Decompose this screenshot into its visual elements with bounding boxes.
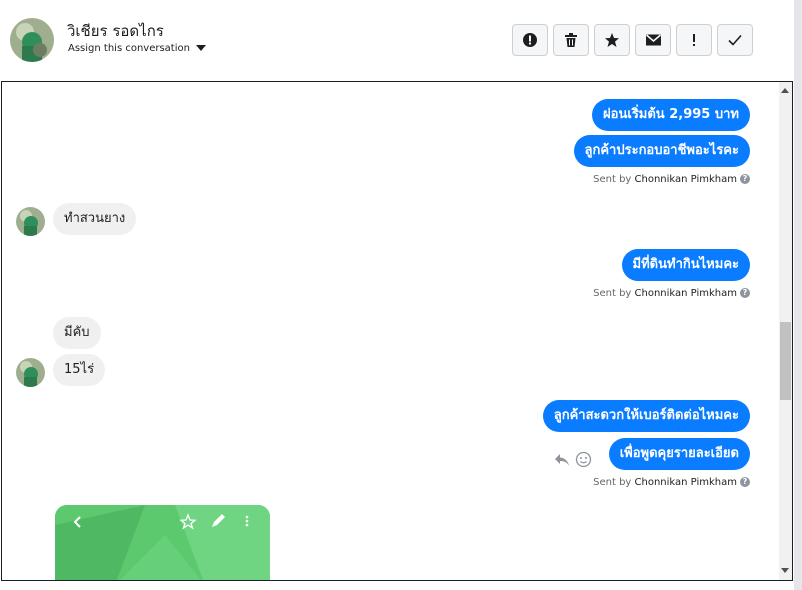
delete-button[interactable] — [553, 24, 589, 56]
contact-avatar-small — [16, 207, 45, 236]
scroll-down-arrow-icon[interactable] — [781, 568, 789, 573]
conversation-header: วิเชียร รอดไกร Assign this conversation — [0, 0, 802, 82]
help-icon[interactable]: ? — [740, 288, 750, 298]
message-thread[interactable]: ผ่อนเริ่มต้น 2,995 บาท ลูกค้าประกอบอาชีพ… — [1, 81, 793, 581]
message-bubble-incoming[interactable]: มีคับ — [53, 317, 101, 349]
envelope-icon — [645, 34, 661, 46]
help-icon[interactable]: ? — [740, 477, 750, 487]
message-bubble-outgoing[interactable]: เพื่อพูดคุยรายละเอียด — [608, 438, 750, 470]
agent-name: Chonnikan Pimkham — [634, 288, 737, 299]
emoji-reaction-icon[interactable] — [575, 451, 592, 472]
agent-name: Chonnikan Pimkham — [634, 477, 737, 488]
message-bubble-outgoing[interactable]: ลูกค้าประกอบอาชีพอะไรคะ — [573, 135, 750, 167]
sent-by-prefix: Sent by — [593, 477, 632, 488]
exclamation-circle-icon — [523, 33, 537, 47]
message-bubble-outgoing[interactable]: มีที่ดินทำกินไหมคะ — [621, 249, 750, 281]
assign-label: Assign this conversation — [68, 43, 190, 54]
follow-up-button[interactable] — [676, 24, 712, 56]
message-bubble-outgoing[interactable]: ผ่อนเริ่มต้น 2,995 บาท — [592, 99, 750, 131]
contact-name: วิเชียร รอดไกร — [67, 22, 164, 40]
trash-icon — [565, 33, 577, 47]
assign-conversation-dropdown[interactable]: Assign this conversation — [68, 43, 206, 54]
scrollbar-thumb[interactable] — [780, 322, 791, 400]
scrollbar[interactable] — [779, 82, 792, 580]
caret-down-icon — [195, 45, 206, 51]
reply-icon[interactable] — [554, 452, 570, 471]
message-bubble-incoming[interactable]: 15ไร่ — [53, 354, 106, 386]
mark-done-button[interactable] — [717, 24, 753, 56]
sent-by-label: Sent by Chonnikan Pimkham? — [593, 174, 750, 185]
agent-name: Chonnikan Pimkham — [634, 174, 737, 185]
mark-spam-button[interactable] — [512, 24, 548, 56]
star-button[interactable] — [594, 24, 630, 56]
mark-unread-button[interactable] — [635, 24, 671, 56]
conversation-actions — [512, 24, 753, 56]
contact-avatar-small — [16, 358, 45, 387]
scroll-up-arrow-icon[interactable] — [781, 88, 789, 93]
star-icon — [605, 33, 619, 47]
sent-by-prefix: Sent by — [593, 288, 632, 299]
window-edge — [794, 0, 802, 590]
sent-by-label: Sent by Chonnikan Pimkham? — [593, 477, 750, 488]
check-icon — [728, 34, 742, 46]
image-attachment[interactable] — [55, 505, 270, 580]
more-vertical-icon — [245, 515, 249, 527]
contact-avatar[interactable] — [10, 18, 54, 62]
message-bubble-incoming[interactable]: ทำสวนยาง — [53, 203, 137, 235]
sent-by-label: Sent by Chonnikan Pimkham? — [593, 288, 750, 299]
exclamation-icon — [693, 34, 695, 46]
help-icon[interactable]: ? — [740, 174, 750, 184]
message-bubble-outgoing[interactable]: ลูกค้าสะดวกให้เบอร์ติดต่อไหมคะ — [542, 400, 750, 432]
sent-by-prefix: Sent by — [593, 174, 632, 185]
